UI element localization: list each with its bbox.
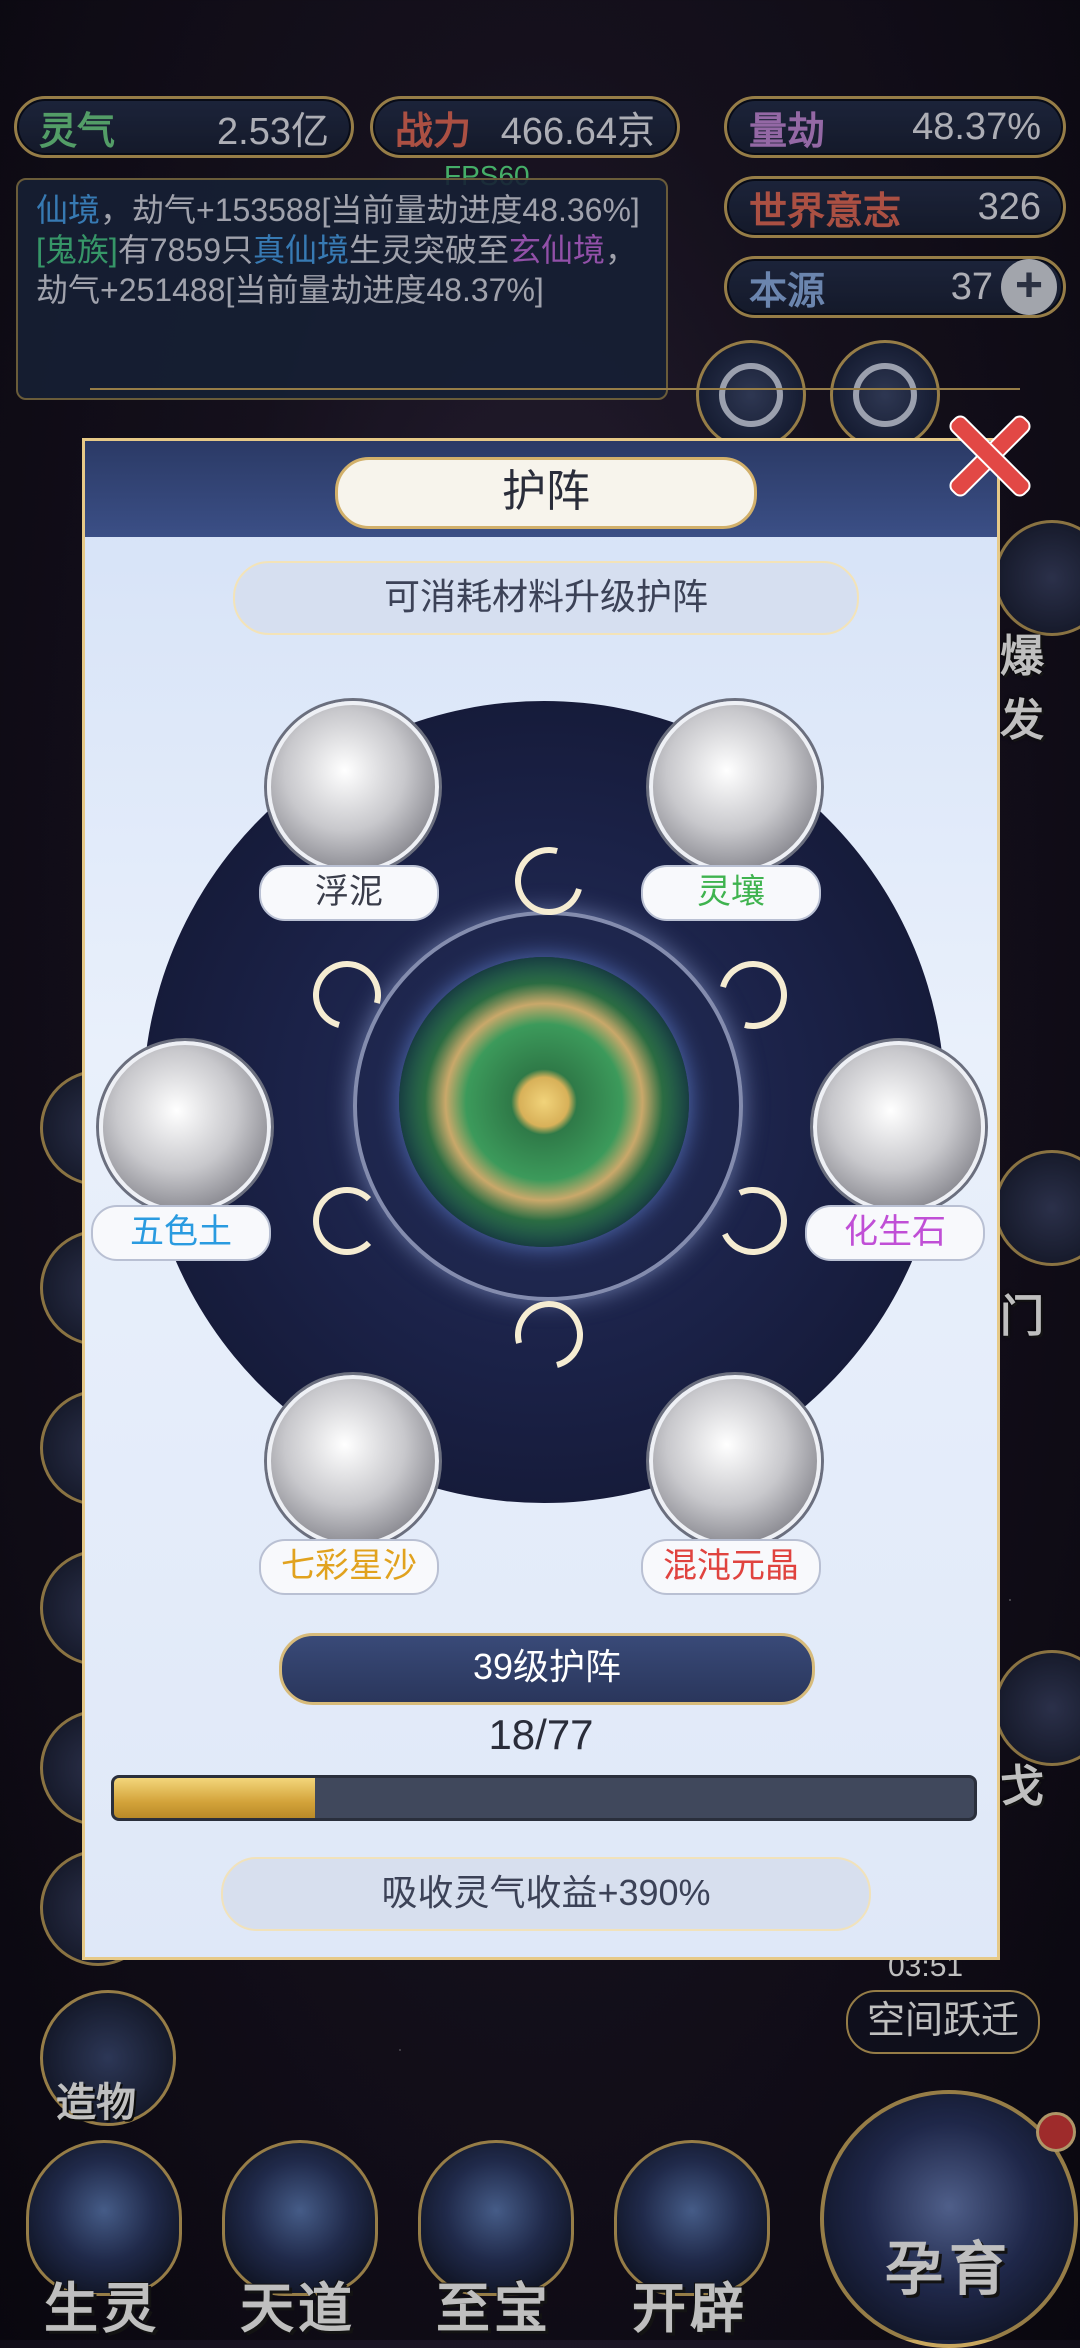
- material-slot-wusetu[interactable]: [99, 1041, 271, 1213]
- protection-formation-dialog: 护阵 可消耗材料升级护阵 浮泥 灵壤 五色土 化生石 七彩星沙 混沌元晶 39级…: [82, 438, 1000, 1960]
- progress-text: 18/77: [488, 1711, 594, 1758]
- wusetu-icon: [99, 1041, 271, 1213]
- lingrang-icon: [649, 701, 821, 873]
- material-slot-funi[interactable]: [267, 701, 439, 873]
- material-label: 浮泥: [259, 865, 439, 921]
- material-slot-huashengshi[interactable]: [813, 1041, 985, 1213]
- material-label: 混沌元晶: [641, 1539, 821, 1595]
- cloud-swirl-icon: [502, 1288, 596, 1382]
- huashengshi-icon: [813, 1041, 985, 1213]
- qicaixingsha-icon: [267, 1375, 439, 1547]
- material-slot-lingrang[interactable]: [649, 701, 821, 873]
- material-slot-qicaixingsha[interactable]: [267, 1375, 439, 1547]
- material-label: 灵壤: [641, 865, 821, 921]
- bonus-text: 吸收灵气收益+390%: [221, 1857, 871, 1931]
- progress-bar: [111, 1775, 977, 1821]
- dialog-subtitle: 可消耗材料升级护阵: [233, 561, 859, 635]
- material-slot-hundunyuanjing[interactable]: [649, 1375, 821, 1547]
- formation-core[interactable]: [399, 957, 689, 1247]
- material-label: 化生石: [805, 1205, 985, 1261]
- cloud-swirl-icon: [313, 1187, 381, 1255]
- dialog-title: 护阵: [335, 457, 757, 529]
- progress-bar-fill: [114, 1778, 316, 1818]
- close-button[interactable]: [936, 404, 1036, 504]
- hundunyuanjing-icon: [649, 1375, 821, 1547]
- funi-icon: [267, 701, 439, 873]
- material-label: 五色土: [91, 1205, 271, 1261]
- formation-level: 39级护阵: [279, 1633, 815, 1705]
- material-label: 七彩星沙: [259, 1539, 439, 1595]
